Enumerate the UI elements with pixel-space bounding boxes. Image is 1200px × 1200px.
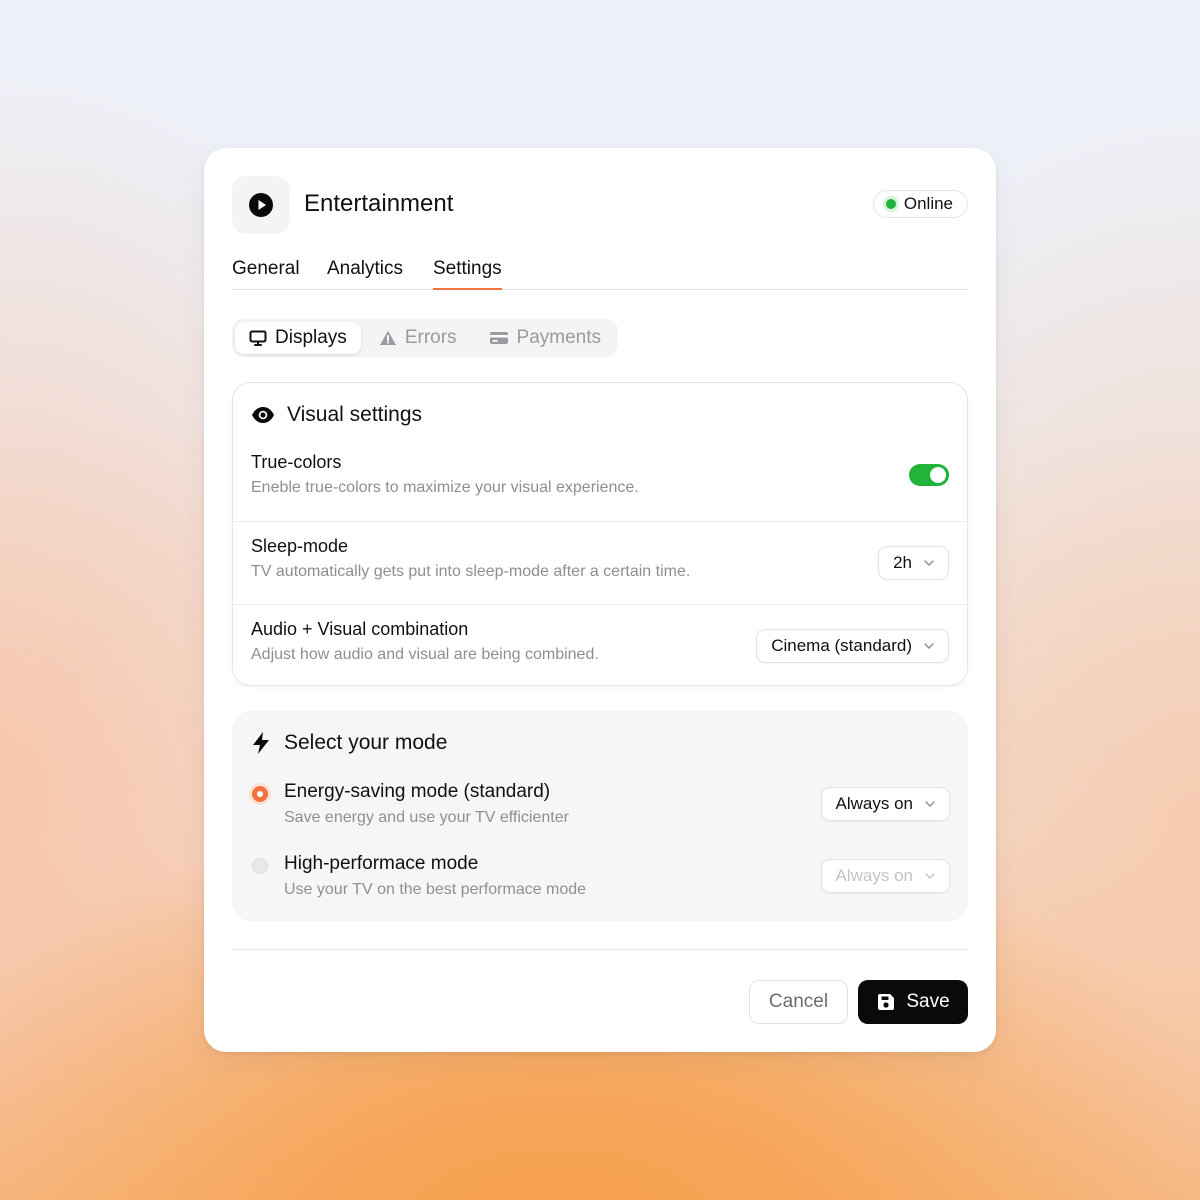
- select-value: Always on: [835, 866, 913, 885]
- card-header: Entertainment Online: [232, 176, 968, 234]
- select-value: 2h: [893, 553, 912, 572]
- online-dot-icon: [885, 199, 896, 209]
- credit-card-icon: [489, 332, 508, 344]
- lightning-icon: [253, 732, 269, 754]
- mode-panel: Select your mode Energy-saving mode (sta…: [232, 711, 968, 921]
- footer-divider: [232, 949, 968, 950]
- mode-header: Select your mode: [250, 731, 447, 755]
- segment-errors-label: Errors: [404, 327, 457, 348]
- settings-card: Entertainment Online General Analytics S…: [204, 148, 996, 1052]
- chevron-down-icon: [924, 643, 934, 649]
- app-title: Entertainment: [304, 190, 454, 217]
- setting-description: TV automatically gets put into sleep-mod…: [251, 563, 691, 580]
- app-icon: [232, 176, 290, 234]
- mode-option-title: Energy-saving mode (standard): [284, 781, 551, 802]
- chevron-down-icon: [925, 801, 935, 807]
- tab-analytics[interactable]: Analytics: [327, 258, 403, 288]
- save-button[interactable]: Save: [858, 980, 968, 1024]
- select-value: Cinema (standard): [771, 636, 912, 655]
- radio-unchecked[interactable]: [252, 858, 268, 874]
- setting-row-true-colors: True-colors Eneble true-colors to maximi…: [233, 438, 967, 521]
- radio-checked[interactable]: [252, 786, 268, 802]
- chevron-down-icon: [925, 873, 935, 879]
- segmented-control: Displays Errors Payments: [232, 319, 619, 357]
- visual-settings-panel: Visual settings True-colors Eneble true-…: [232, 382, 968, 686]
- play-icon: [249, 193, 273, 217]
- mode-title: Select your mode: [284, 731, 448, 754]
- setting-description: Eneble true-colors to maximize your visu…: [251, 479, 639, 496]
- status-badge: Online: [872, 190, 968, 218]
- segment-displays[interactable]: Displays: [235, 322, 361, 354]
- true-colors-toggle[interactable]: [909, 464, 949, 486]
- energy-saving-select[interactable]: Always on: [820, 787, 950, 821]
- mode-option-description: Save energy and use your TV efficienter: [284, 809, 569, 826]
- mode-option-energy-saving[interactable]: Energy-saving mode (standard) Save energ…: [232, 781, 968, 841]
- segment-displays-label: Displays: [275, 327, 347, 348]
- tab-settings[interactable]: Settings: [433, 258, 502, 290]
- sleep-mode-select[interactable]: 2h: [878, 546, 949, 580]
- segment-payments-label: Payments: [516, 327, 602, 348]
- select-value: Always on: [835, 794, 913, 813]
- tab-bar: General Analytics Settings: [232, 256, 968, 290]
- cancel-button[interactable]: Cancel: [749, 980, 848, 1024]
- setting-title: Audio + Visual combination: [251, 619, 469, 639]
- warning-icon: [379, 331, 396, 345]
- cancel-label: Cancel: [768, 991, 829, 1012]
- visual-settings-header: Visual settings: [251, 403, 422, 427]
- high-performance-select: Always on: [820, 859, 950, 893]
- chevron-down-icon: [924, 560, 934, 566]
- setting-row-sleep-mode: Sleep-mode TV automatically gets put int…: [233, 521, 967, 604]
- save-label: Save: [906, 991, 950, 1012]
- tab-general[interactable]: General: [232, 258, 300, 288]
- setting-description: Adjust how audio and visual are being co…: [251, 646, 599, 663]
- setting-title: True-colors: [251, 452, 342, 472]
- mode-option-high-performance[interactable]: High-performace mode Use your TV on the …: [232, 853, 968, 913]
- setting-title: Sleep-mode: [251, 536, 349, 556]
- eye-icon: [252, 407, 274, 423]
- audio-visual-select[interactable]: Cinema (standard): [756, 629, 949, 663]
- mode-option-title: High-performace mode: [284, 853, 479, 874]
- segment-errors[interactable]: Errors: [365, 322, 471, 354]
- toggle-knob: [930, 467, 946, 483]
- segment-payments[interactable]: Payments: [475, 322, 615, 354]
- status-label: Online: [903, 194, 953, 213]
- monitor-icon: [249, 330, 267, 346]
- mode-option-description: Use your TV on the best performace mode: [284, 881, 587, 898]
- floppy-disk-icon: [878, 994, 895, 1010]
- visual-settings-title: Visual settings: [287, 403, 423, 426]
- setting-row-audio-visual: Audio + Visual combination Adjust how au…: [233, 604, 967, 687]
